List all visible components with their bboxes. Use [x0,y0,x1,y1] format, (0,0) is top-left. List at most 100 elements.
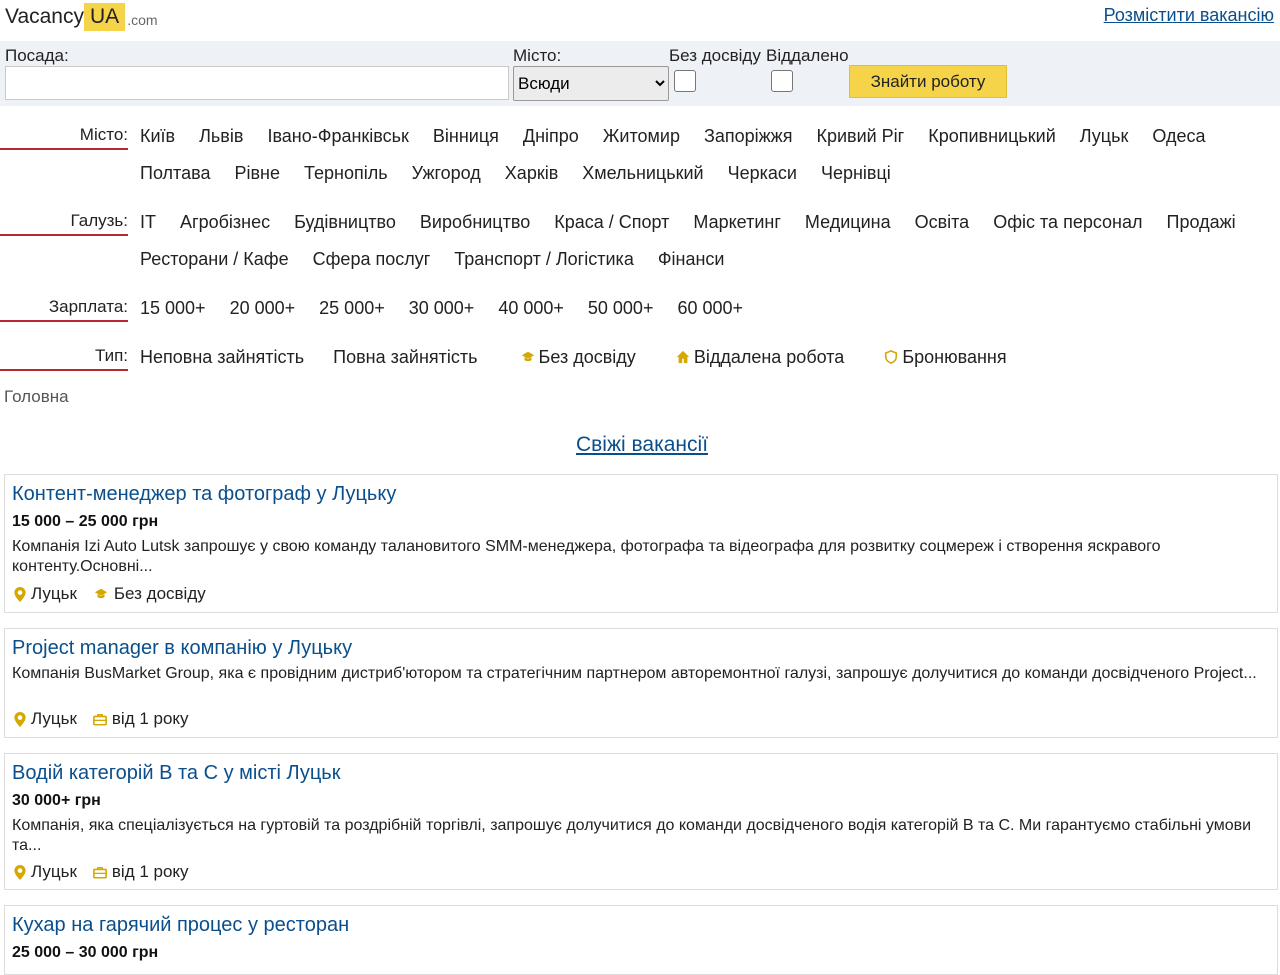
filter-industry-label: Галузь: [0,211,128,236]
type-remote-link[interactable]: Віддалена робота [676,347,850,367]
search-bar: Посада: Місто: Всюди Без досвіду Віддале… [0,41,1280,106]
city-filter-link[interactable]: Харків [505,163,558,183]
job-title-link[interactable]: Контент-менеджер та фотограф у Луцьку [12,483,396,506]
logo-text-ua: UA [84,3,126,31]
type-no-experience-link[interactable]: Без досвіду [521,347,641,367]
salary-filter-link[interactable]: 60 000+ [677,298,743,318]
city-filter-link[interactable]: Рівне [234,163,280,183]
industry-filter-link[interactable]: Фінанси [658,249,725,269]
site-logo[interactable]: Vacancy UA .com [5,3,158,31]
job-city: Луцьк [31,584,77,603]
industry-filter-link[interactable]: Краса / Спорт [554,212,669,232]
job-experience: від 1 року [111,709,189,728]
job-title-link[interactable]: Project manager в компанію у Луцьку [12,637,352,660]
city-filter-link[interactable]: Вінниця [433,126,499,146]
type-reservation-link[interactable]: Бронювання [884,347,1007,367]
job-experience: від 1 року [111,862,189,881]
industry-filter-link[interactable]: Офіс та персонал [993,212,1142,232]
find-job-button[interactable]: Знайти роботу [849,65,1007,98]
industry-filter-link[interactable]: Ресторани / Кафе [140,249,289,269]
industry-filter-link[interactable]: Транспорт / Логістика [454,249,634,269]
job-title-link[interactable]: Кухар на гарячий процес у ресторан [12,914,349,937]
salary-filter-link[interactable]: 40 000+ [498,298,564,318]
salary-filter-link[interactable]: 20 000+ [230,298,296,318]
fresh-vacancies-heading: Свіжі вакансії [0,433,1280,457]
industry-filter-link[interactable]: Маркетинг [693,212,781,232]
location-pin-icon [14,864,26,880]
city-filter-link[interactable]: Тернопіль [304,163,388,183]
filter-salary-label: Зарплата: [0,297,128,322]
job-city: Луцьк [31,709,77,728]
industry-filter-link[interactable]: Продажі [1167,212,1236,232]
salary-filter-link[interactable]: 30 000+ [409,298,475,318]
briefcase-icon [92,866,107,879]
city-filter-link[interactable]: Кропивницький [928,126,1056,146]
remote-checkbox[interactable] [771,70,793,92]
job-card[interactable]: Контент-менеджер та фотограф у Луцьку 15… [4,474,1278,613]
city-filter-link[interactable]: Дніпро [523,126,579,146]
graduation-cap-icon [521,351,534,362]
salary-filter-link[interactable]: 25 000+ [319,298,385,318]
job-salary: 30 000+ грн [12,792,101,809]
job-meta: Луцьк Без досвіду [14,584,222,604]
city-filter-link[interactable]: Полтава [140,163,210,183]
city-filter-link[interactable]: Житомир [603,126,680,146]
city-filter-link[interactable]: Івано-Франківськ [267,126,408,146]
location-pin-icon [14,711,26,727]
filter-city-line2: Полтава Рівне Тернопіль Ужгород Харків Хмельн… [140,163,915,184]
home-icon [676,350,689,364]
city-label: Місто: [513,46,562,65]
briefcase-icon [92,713,107,726]
city-filter-link[interactable]: Хмельницький [582,163,703,183]
job-experience: Без досвіду [113,584,206,603]
industry-filter-link[interactable]: Будівництво [294,212,396,232]
filter-city-line1: Київ Львів Івано-Франківськ Вінниця Дніпро Жи… [140,126,1230,147]
job-salary: 25 000 – 30 000 грн [12,944,159,961]
city-filter-link[interactable]: Ужгород [412,163,481,183]
city-filter-link[interactable]: Кривий Ріг [816,126,904,146]
city-filter-link[interactable]: Луцьк [1080,126,1129,146]
position-input[interactable] [5,66,509,100]
job-card[interactable]: Кухар на гарячий процес у ресторан 25 00… [4,905,1278,975]
logo-text-vacancy: Vacancy [5,5,84,28]
logo-text-com: .com [127,12,158,28]
industry-filter-link[interactable]: Освіта [915,212,970,232]
city-filter-link[interactable]: Чернівці [821,163,891,183]
job-card[interactable]: Водій категорій В та С у місті Луцьк 30 … [4,753,1278,890]
job-description: Компанія Izi Auto Lutsk запрошує у свою … [12,538,1161,575]
type-part-time-link[interactable]: Неповна зайнятість [140,347,304,367]
no-experience-label: Без досвіду [669,46,761,65]
city-filter-link[interactable]: Одеса [1152,126,1205,146]
industry-filter-link[interactable]: Сфера послуг [313,249,431,269]
job-title-link[interactable]: Водій категорій В та С у місті Луцьк [12,762,340,785]
filter-type-line: Неповна зайнятість Повна зайнятість Без … [140,347,1031,368]
filter-industry-line2: Ресторани / Кафе Сфера послуг Транспорт / … [140,249,748,270]
industry-filter-link[interactable]: Агробізнес [180,212,270,232]
industry-filter-link[interactable]: Виробництво [420,212,530,232]
graduation-cap-icon [94,588,108,599]
post-vacancy-link[interactable]: Розмістити вакансію [1104,5,1274,26]
filter-salary-line: 15 000+ 20 000+ 25 000+ 30 000+ 40 000+ 50 00… [140,298,767,319]
city-select[interactable]: Всюди [513,66,669,101]
job-meta: Луцьк від 1 року [14,862,205,882]
job-description: Компанія BusMarket Group, яка є провідни… [12,665,1257,682]
industry-filter-link[interactable]: Медицина [805,212,891,232]
city-filter-link[interactable]: Київ [140,126,175,146]
breadcrumb[interactable]: Головна [4,387,69,407]
no-experience-checkbox[interactable] [674,70,696,92]
filter-city-label: Місто: [0,125,128,150]
job-description: Компанія, яка спеціалізується на гуртові… [12,817,1252,854]
industry-filter-link[interactable]: IT [140,212,156,232]
fresh-vacancies-link[interactable]: Свіжі вакансії [576,433,708,456]
type-full-time-link[interactable]: Повна зайнятість [333,347,477,367]
salary-filter-link[interactable]: 50 000+ [588,298,654,318]
shield-icon [885,350,898,364]
city-filter-link[interactable]: Черкаси [728,163,797,183]
location-pin-icon [14,586,26,602]
filter-industry-line1: IT Агробізнес Будівництво Виробництво Краса … [140,212,1260,233]
city-filter-link[interactable]: Львів [199,126,243,146]
job-card[interactable]: Project manager в компанію у Луцьку Комп… [4,628,1278,738]
type-no-experience-label: Без досвіду [538,347,636,367]
salary-filter-link[interactable]: 15 000+ [140,298,206,318]
city-filter-link[interactable]: Запоріжжя [704,126,792,146]
